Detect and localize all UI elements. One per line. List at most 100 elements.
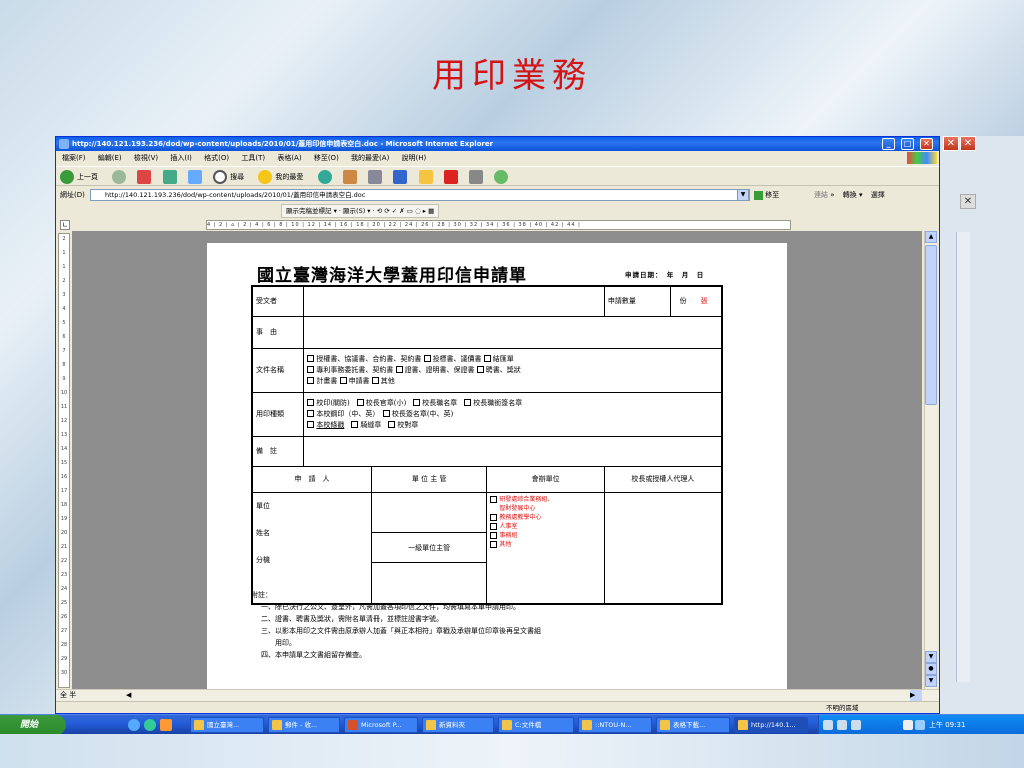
tab-stop-selector[interactable]: ∟ <box>60 220 70 230</box>
search-button[interactable]: 搜尋 <box>213 170 250 184</box>
menu-table[interactable]: 表格(A) <box>277 154 301 162</box>
network-icon[interactable] <box>915 720 925 730</box>
checkbox[interactable] <box>351 421 359 428</box>
close-icon[interactable]: ✕ <box>960 194 976 209</box>
checkbox[interactable] <box>307 399 315 406</box>
ie-quicklaunch-icon[interactable] <box>144 719 156 731</box>
select-button[interactable]: 選擇 <box>871 191 885 199</box>
checkbox[interactable] <box>388 421 396 428</box>
applicant-fields[interactable]: 單位 姓名 分機 <box>251 491 372 605</box>
prev-page-icon[interactable]: ● <box>925 663 937 675</box>
show-menu[interactable]: 顯示(S) <box>343 207 365 215</box>
background-scrollbar[interactable] <box>956 232 970 682</box>
taskbar-item[interactable]: 國立臺灣... <box>190 717 264 733</box>
horizontal-ruler[interactable]: 4 | 2 | ⌂ | 2 | 4 | 6 | 8 | 10 | 12 | 14… <box>206 220 791 230</box>
menu-tools[interactable]: 工具(T) <box>241 154 265 162</box>
menu-favorites[interactable]: 我的最愛(A) <box>351 154 389 162</box>
checkbox[interactable] <box>490 531 498 539</box>
messenger-people-button[interactable] <box>494 170 511 184</box>
checkbox[interactable] <box>371 377 379 384</box>
back-button[interactable]: 上一頁 <box>60 170 104 184</box>
messenger-button[interactable] <box>443 170 461 184</box>
checkbox[interactable] <box>307 366 315 373</box>
next-page-icon[interactable]: ▼ <box>925 675 937 687</box>
tray-icon[interactable] <box>851 720 861 730</box>
home-button[interactable] <box>187 170 205 184</box>
remark-field[interactable] <box>303 435 723 467</box>
president-sign[interactable] <box>603 491 723 605</box>
taskbar-item[interactable]: Microsoft P... <box>344 717 418 733</box>
checkbox[interactable] <box>483 355 491 362</box>
menu-edit[interactable]: 編輯(E) <box>98 154 122 162</box>
checkbox[interactable] <box>423 355 431 362</box>
checkbox[interactable] <box>490 522 498 530</box>
checkbox[interactable] <box>307 410 315 417</box>
scroll-thumb[interactable] <box>925 245 937 405</box>
checkbox[interactable] <box>464 399 472 406</box>
menu-format[interactable]: 格式(O) <box>204 154 229 162</box>
taskbar-item[interactable]: 表格下載... <box>656 717 730 733</box>
checkbox[interactable] <box>490 513 498 521</box>
menu-help[interactable]: 說明(H) <box>402 154 427 162</box>
taskbar-item[interactable]: C:文件檔 <box>498 717 574 733</box>
links-label[interactable]: 連結 <box>814 191 828 199</box>
checkbox[interactable] <box>307 355 315 362</box>
taskbar-item[interactable]: 郵件 - 收... <box>268 717 340 733</box>
scroll-left-icon[interactable]: ◀ <box>126 690 138 701</box>
chevron-down-icon[interactable]: ▼ <box>737 189 749 201</box>
checkbox[interactable] <box>490 495 498 503</box>
desktop-quicklaunch-icon[interactable] <box>160 719 172 731</box>
address-input[interactable]: http://140.121.193.236/dod/wp-content/up… <box>90 189 750 201</box>
horizontal-scrollbar[interactable]: 全 半 ◀ ▶ <box>56 689 939 701</box>
minimize-button[interactable]: _ <box>882 138 895 150</box>
scroll-right-icon[interactable]: ▶ <box>910 690 922 701</box>
close-button[interactable]: ✕ <box>920 138 933 150</box>
convert-button[interactable]: 轉換 ▾ <box>843 191 863 199</box>
menu-file[interactable]: 檔案(F) <box>62 154 86 162</box>
close-icon[interactable]: ✕ <box>960 136 976 151</box>
unit-head-sign[interactable] <box>371 493 487 533</box>
taskbar-item[interactable]: 新資料夾 <box>422 717 494 733</box>
vertical-scrollbar[interactable]: ▲ ▼ ● ▼ <box>924 231 937 689</box>
mail-button[interactable] <box>342 170 360 184</box>
checkbox[interactable] <box>382 410 390 417</box>
stop-button[interactable] <box>137 170 154 184</box>
maximize-button[interactable]: □ <box>901 138 914 150</box>
checkbox[interactable] <box>339 377 347 384</box>
print-button[interactable] <box>368 170 385 184</box>
close-icon[interactable]: ✕ <box>943 136 959 151</box>
matter-field[interactable] <box>303 315 723 349</box>
quantity-field[interactable]: 份張 <box>669 285 723 317</box>
history-button[interactable] <box>317 170 335 184</box>
checkbox[interactable] <box>395 366 403 373</box>
start-button[interactable]: 開始 <box>0 715 66 735</box>
research-button[interactable] <box>469 170 486 184</box>
go-button[interactable]: 移至 <box>754 189 790 201</box>
ie-quicklaunch-icon[interactable] <box>128 719 140 731</box>
receiver-field[interactable] <box>303 285 605 317</box>
show-markup-select[interactable]: 顯示完稿並標記 <box>286 207 332 215</box>
checkbox[interactable] <box>476 366 484 373</box>
ime-indicator[interactable]: 全 半 <box>60 690 120 701</box>
edit-button[interactable] <box>393 170 410 184</box>
menu-insert[interactable]: 插入(I) <box>170 154 192 162</box>
folder-button[interactable] <box>418 170 436 184</box>
checkbox[interactable] <box>307 377 315 384</box>
taskbar-item-active[interactable]: http://140.1... <box>734 717 808 733</box>
scroll-down-icon[interactable]: ▼ <box>925 651 937 663</box>
speaker-icon[interactable] <box>903 720 913 730</box>
refresh-button[interactable] <box>162 170 180 184</box>
favorites-button[interactable]: 我的最愛 <box>258 170 309 184</box>
menu-goto[interactable]: 移至(O) <box>314 154 339 162</box>
checkbox[interactable] <box>413 399 421 406</box>
checkbox[interactable] <box>356 399 364 406</box>
forward-button[interactable] <box>112 170 129 184</box>
checkbox[interactable] <box>307 421 315 428</box>
checkbox[interactable] <box>490 540 498 548</box>
application-form-table: 受文者 申請數量 份張 事 由 文件名稱 授權書、協議書、合約書、契約書 投標書… <box>251 285 723 605</box>
tray-icon[interactable] <box>837 720 847 730</box>
menu-view[interactable]: 檢視(V) <box>134 154 158 162</box>
scroll-up-icon[interactable]: ▲ <box>925 231 937 243</box>
taskbar-item[interactable]: ::NTOU-N... <box>578 717 652 733</box>
tray-icon[interactable] <box>823 720 833 730</box>
